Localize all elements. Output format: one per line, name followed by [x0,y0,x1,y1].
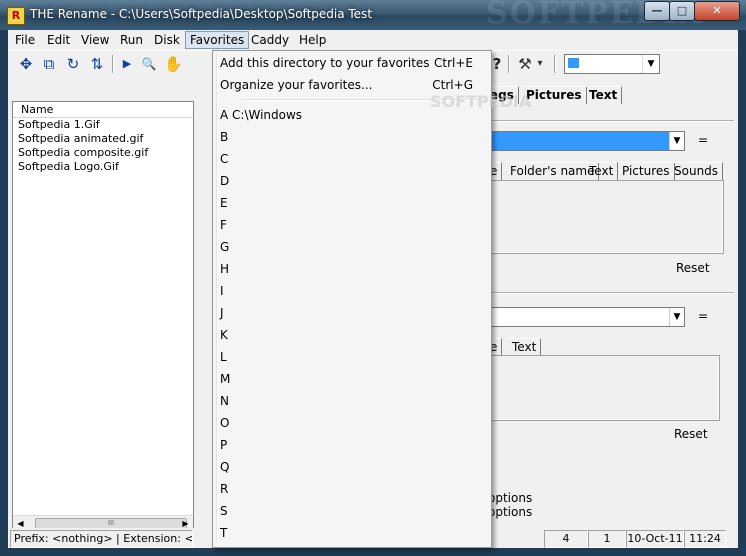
tab-pictures[interactable]: Pictures [522,86,587,104]
tab-sounds[interactable]: Sounds [670,162,724,180]
menu-item-favorite[interactable]: B [220,127,228,147]
move-icon[interactable]: ✥ [17,55,35,73]
shortcut-label: Ctrl+E [434,56,473,70]
menu-item-organize-favorites[interactable]: Organize your favorites... [220,75,372,95]
options-panel [490,180,724,254]
favorites-menu: Add this directory to your favorites Ctr… [212,50,492,548]
menu-item-favorite[interactable]: N [220,391,229,411]
options-panel [490,355,720,421]
toolbar-separator [554,55,556,73]
status-count: 4 [544,530,588,548]
status-date: 10-Oct-11 [626,530,684,548]
menu-item-favorite[interactable]: G [220,237,229,257]
menu-item-favorite[interactable]: O [220,413,229,433]
menu-item-favorite[interactable]: C [220,149,228,169]
tools-icon[interactable]: ⚒ [516,55,534,73]
group-divider [490,120,734,122]
menu-item-favorite[interactable]: S [220,501,228,521]
status-selected: 1 [588,530,626,548]
menu-item-favorite[interactable]: H [220,259,229,279]
menu-item-favorite[interactable]: R [220,479,228,499]
menu-edit[interactable]: Edit [43,32,74,48]
toolbar-separator [508,55,510,73]
pattern-combo[interactable]: ▼ [488,131,685,151]
menu-item-favorite[interactable]: F [220,215,227,235]
refresh-icon[interactable]: ↻ [64,55,82,73]
menu-item-favorite[interactable]: A C:\Windows [220,105,302,125]
list-item[interactable]: Softpedia 1.Gif [18,118,100,132]
menu-item-favorite[interactable]: L [220,347,227,367]
copy-icon[interactable]: ⧉ [40,55,58,73]
column-header-label: Name [21,103,54,116]
file-list[interactable]: Name Softpedia 1.Gif Softpedia animated.… [12,101,194,531]
close-button[interactable]: ✕ [694,1,740,21]
list-item[interactable]: Softpedia Logo.Gif [18,160,119,174]
equals-label: = [698,133,709,147]
menu-item-favorite[interactable]: K [220,325,228,345]
menu-favorites[interactable]: Favorites [185,31,250,49]
combo-selection [568,58,579,68]
tab-text[interactable]: Text [585,86,623,104]
menu-item-favorite[interactable]: Q [220,457,229,477]
menu-item-favorite[interactable]: P [220,435,227,455]
menu-item-favorite[interactable]: J [220,303,224,323]
maximize-button[interactable]: □ [669,1,695,21]
tools-dropdown-icon[interactable]: ▾ [534,55,546,73]
toggle-icon[interactable]: ⇅ [88,55,106,73]
menu-bar: File Edit View Run Disk Favorites Caddy … [8,30,738,50]
play-icon[interactable]: ▶ [118,55,136,73]
menu-item-add-favorite[interactable]: Add this directory to your favorites [220,53,430,73]
tab-pictures[interactable]: Pictures [618,162,675,180]
hand-icon[interactable]: ✋ [164,55,183,73]
menu-file[interactable]: File [11,32,39,48]
preview-icon[interactable]: 🔍 [140,55,158,73]
menu-caddy[interactable]: Caddy [247,32,293,48]
status-prefix: Prefix: <nothing> | Extension: <nothin [10,530,193,548]
chevron-down-icon[interactable]: ▼ [642,55,659,73]
minimize-button[interactable]: — [644,1,670,21]
menu-help[interactable]: Help [295,32,330,48]
chevron-down-icon[interactable]: ▼ [669,132,684,150]
chevron-down-icon[interactable]: ▼ [669,308,684,326]
menu-item-favorite[interactable]: D [220,171,229,191]
options-label[interactable]: options [488,505,532,519]
list-item[interactable]: Softpedia animated.gif [18,132,143,146]
status-time: 11:24 [684,530,726,548]
menu-view[interactable]: View [77,32,113,48]
toolbar-separator [112,55,114,73]
equals-label: = [698,309,709,323]
toolbar-combo[interactable]: ▼ [564,54,660,74]
app-icon[interactable]: R [7,7,25,25]
list-item[interactable]: Softpedia composite.gif [18,146,148,160]
menu-gutter [216,53,218,543]
reset-button[interactable]: Reset [676,261,710,275]
menu-item-favorite[interactable]: M [220,369,230,389]
options-label[interactable]: options [488,491,532,505]
replace-combo[interactable]: ▼ [488,307,685,327]
tab-text[interactable]: Text [585,162,619,180]
menu-item-favorite[interactable]: E [220,193,228,213]
column-header-name[interactable]: Name [13,102,193,118]
menu-item-favorite[interactable]: T [220,523,227,543]
window-title: THE Rename - C:\Users\Softpedia\Desktop\… [30,7,373,21]
menu-run[interactable]: Run [116,32,147,48]
tab-text[interactable]: Text [508,338,542,356]
reset-button[interactable]: Reset [674,427,708,441]
menu-watermark: SOFTPEDIA [430,92,532,111]
menu-item-favorite[interactable]: I [220,281,224,301]
group-divider [490,292,734,294]
menu-disk[interactable]: Disk [150,32,184,48]
